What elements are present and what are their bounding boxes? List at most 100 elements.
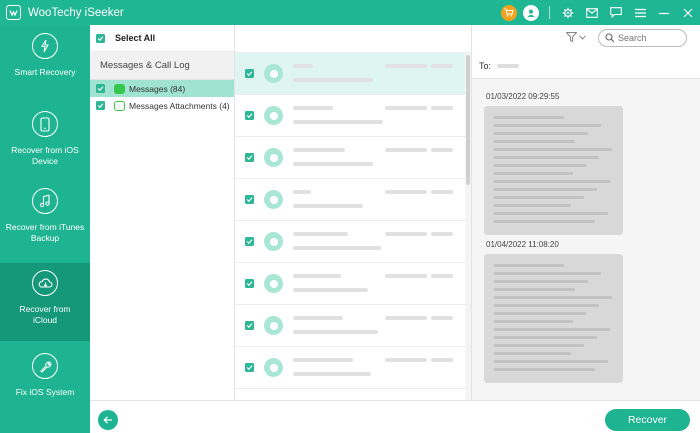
mail-icon[interactable] — [580, 0, 604, 25]
nav-recover-icloud[interactable]: Recover from iCloud — [0, 263, 90, 341]
nav-fix-ios-system[interactable]: Fix iOS System — [0, 353, 90, 431]
redacted-contact — [293, 106, 333, 110]
message-row[interactable] — [235, 347, 468, 389]
message-row[interactable] — [235, 263, 468, 305]
redacted-preview — [293, 120, 383, 124]
redacted-text — [494, 352, 571, 355]
redacted-timestamp — [385, 148, 427, 152]
arrow-left-icon — [103, 416, 112, 424]
redacted-text — [494, 304, 599, 307]
category-panel: Select All Messages & Call Log Messages … — [90, 25, 235, 400]
row-checkbox[interactable] — [245, 195, 254, 204]
redacted-text — [494, 172, 573, 175]
message-list — [235, 25, 472, 400]
search-input[interactable] — [618, 33, 678, 43]
redacted-text — [494, 196, 584, 199]
minimize-icon[interactable] — [652, 0, 676, 25]
redacted-text — [494, 124, 601, 127]
redacted-text — [494, 188, 597, 191]
to-label: To: — [479, 60, 492, 71]
category-checkbox[interactable] — [96, 101, 105, 110]
message-row[interactable] — [235, 221, 468, 263]
redacted-preview — [293, 330, 378, 334]
redacted-text — [494, 180, 610, 183]
message-row[interactable] — [235, 179, 468, 221]
recover-button[interactable]: Recover — [605, 409, 690, 431]
redacted-text — [494, 156, 599, 159]
redacted-text — [494, 296, 612, 299]
app-window: WooTechy iSeeker Smart Recovery Recover … — [0, 0, 700, 433]
redacted-contact — [293, 358, 353, 362]
redacted-preview — [293, 288, 368, 292]
redacted-text — [494, 204, 571, 207]
menu-icon[interactable] — [628, 0, 652, 25]
row-checkbox[interactable] — [245, 69, 254, 78]
back-button[interactable] — [98, 410, 118, 430]
nav-recover-itunes-backup[interactable]: Recover from iTunes Backup — [0, 188, 90, 266]
category-item-messages[interactable]: Messages (84) — [90, 80, 234, 97]
gear-icon[interactable] — [556, 0, 580, 25]
redacted-text — [494, 360, 608, 363]
row-checkbox[interactable] — [245, 153, 254, 162]
nav-label: Fix iOS System — [15, 387, 75, 397]
contact-avatar-icon — [264, 232, 283, 251]
redacted-text — [494, 368, 595, 371]
close-icon[interactable] — [676, 0, 700, 25]
contact-avatar-icon — [264, 274, 283, 293]
redacted-timestamp — [385, 232, 427, 236]
redacted-text — [494, 220, 595, 223]
redacted-contact — [293, 316, 343, 320]
messages-icon — [114, 83, 125, 94]
select-all-row[interactable]: Select All — [90, 25, 234, 52]
chevron-down-icon — [579, 34, 586, 40]
scrollbar-thumb[interactable] — [466, 55, 470, 185]
redacted-contact — [293, 148, 345, 152]
redacted-timestamp — [431, 232, 453, 236]
title-bar: WooTechy iSeeker — [0, 0, 700, 25]
message-row[interactable] — [235, 305, 468, 347]
message-bubble-redacted — [484, 254, 623, 383]
redacted-text — [494, 288, 575, 291]
redacted-text — [494, 328, 610, 331]
attachments-icon — [114, 100, 125, 111]
cloud-icon — [32, 270, 58, 296]
redacted-text — [494, 272, 601, 275]
redacted-timestamp — [431, 274, 453, 278]
message-row[interactable] — [235, 137, 468, 179]
redacted-timestamp — [431, 190, 453, 194]
nav-smart-recovery[interactable]: Smart Recovery — [0, 33, 90, 111]
redacted-text — [494, 312, 586, 315]
redacted-timestamp — [385, 106, 427, 110]
category-item-attachments[interactable]: Messages Attachments (4) — [90, 97, 234, 114]
user-icon[interactable] — [523, 4, 539, 21]
row-checkbox[interactable] — [245, 237, 254, 246]
message-row[interactable] — [235, 53, 468, 95]
redacted-preview — [293, 372, 371, 376]
search-box[interactable] — [598, 29, 687, 47]
row-checkbox[interactable] — [245, 111, 254, 120]
filter-icon — [566, 32, 577, 42]
redacted-preview — [293, 162, 373, 166]
redacted-contact — [293, 232, 348, 236]
filter-dropdown[interactable] — [566, 32, 586, 42]
select-all-checkbox[interactable] — [96, 33, 105, 43]
message-row[interactable] — [235, 95, 468, 137]
redacted-timestamp — [385, 316, 427, 320]
row-checkbox[interactable] — [245, 279, 254, 288]
redacted-timestamp — [431, 64, 453, 68]
cart-icon[interactable] — [501, 4, 517, 21]
feedback-icon[interactable] — [604, 0, 628, 25]
row-checkbox[interactable] — [245, 363, 254, 372]
recipient-bar: To: — [472, 53, 700, 79]
contact-avatar-icon — [264, 358, 283, 377]
recipient-redacted — [497, 63, 520, 68]
app-logo-icon — [6, 5, 21, 20]
redacted-contact — [293, 190, 311, 194]
redacted-text — [494, 132, 588, 135]
category-label: Messages (84) — [129, 83, 186, 94]
redacted-text — [494, 148, 612, 151]
nav-recover-ios-device[interactable]: Recover from iOS Device — [0, 111, 90, 189]
titlebar-divider — [549, 6, 550, 19]
category-checkbox[interactable] — [96, 84, 105, 93]
row-checkbox[interactable] — [245, 321, 254, 330]
